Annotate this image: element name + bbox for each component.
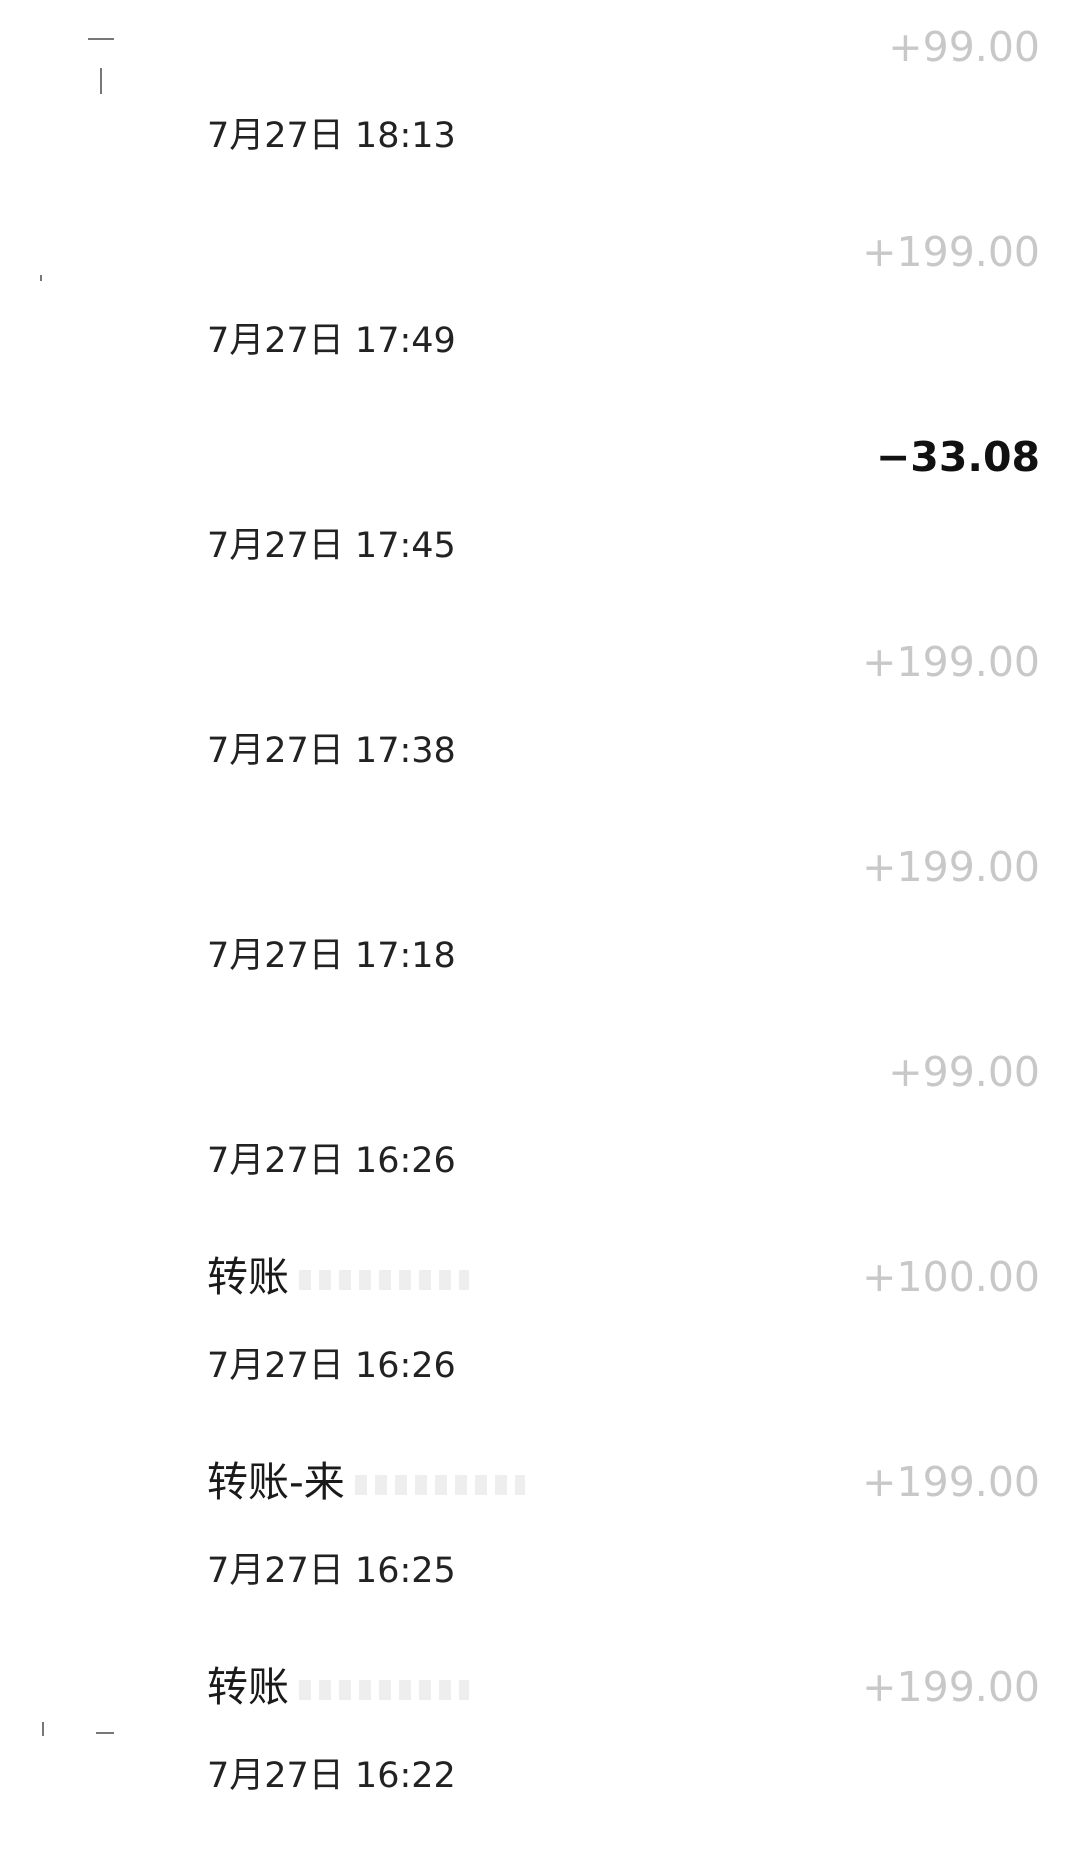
- edge-mark: [42, 1722, 44, 1736]
- transaction-amount: +199.00: [862, 638, 1040, 686]
- transaction-time: 7月27日 18:13: [207, 116, 456, 156]
- transaction-time: 7月27日 16:25: [207, 1551, 456, 1591]
- edge-mark: [40, 275, 42, 281]
- transaction-item[interactable]: 7月27日 18:13 +99.00: [0, 22, 1080, 227]
- transaction-time: 7月27日 17:45: [207, 526, 456, 566]
- edge-mark: [96, 1732, 114, 1734]
- transaction-time: 7月27日 16:26: [207, 1346, 456, 1386]
- transaction-amount: +199.00: [862, 228, 1040, 276]
- transaction-time: 7月27日 17:38: [207, 731, 456, 771]
- transaction-time: 7月27日 17:49: [207, 321, 456, 361]
- transaction-title: 转账-来: [207, 1457, 525, 1507]
- transaction-amount: +199.00: [862, 1663, 1040, 1711]
- transaction-item[interactable]: 转账-来 7月27日 16:25 +199.00: [0, 1457, 1080, 1662]
- transaction-amount: +99.00: [888, 1048, 1040, 1096]
- edge-mark: [88, 38, 114, 40]
- transaction-time: 7月27日 16:26: [207, 1141, 456, 1181]
- transaction-amount: +199.00: [862, 843, 1040, 891]
- transaction-title-text: 转账-来: [207, 1458, 345, 1506]
- transaction-item[interactable]: 7月27日 17:49 +199.00: [0, 227, 1080, 432]
- transaction-amount: −33.08: [875, 433, 1040, 481]
- transaction-item[interactable]: 7月27日 17:45 −33.08: [0, 432, 1080, 637]
- transaction-item[interactable]: 7月27日 17:18 +199.00: [0, 842, 1080, 1047]
- transaction-amount: +100.00: [862, 1253, 1040, 1301]
- transaction-amount: +99.00: [888, 23, 1040, 71]
- transaction-item[interactable]: 转账 7月27日 16:26 +100.00: [0, 1252, 1080, 1457]
- redacted-text: [299, 1680, 469, 1700]
- transaction-time: 7月27日 16:22: [207, 1756, 456, 1796]
- transaction-title: 转账: [207, 1662, 469, 1712]
- edge-mark: [100, 68, 102, 94]
- transaction-item[interactable]: 转账 7月27日 16:22 +199.00: [0, 1662, 1080, 1867]
- transaction-amount: +199.00: [862, 1458, 1040, 1506]
- transaction-time: 7月27日 17:18: [207, 936, 456, 976]
- transaction-list: 7月27日 18:13 +99.00 7月27日 17:49 +199.00 7…: [0, 0, 1080, 1835]
- transaction-item[interactable]: 7月27日 17:38 +199.00: [0, 637, 1080, 842]
- transaction-title-text: 转账: [207, 1253, 289, 1301]
- transaction-title: 转账: [207, 1252, 469, 1302]
- redacted-text: [299, 1270, 469, 1290]
- transaction-title-text: 转账: [207, 1663, 289, 1711]
- transaction-item[interactable]: 7月27日 16:26 +99.00: [0, 1047, 1080, 1252]
- redacted-text: [354, 1475, 525, 1495]
